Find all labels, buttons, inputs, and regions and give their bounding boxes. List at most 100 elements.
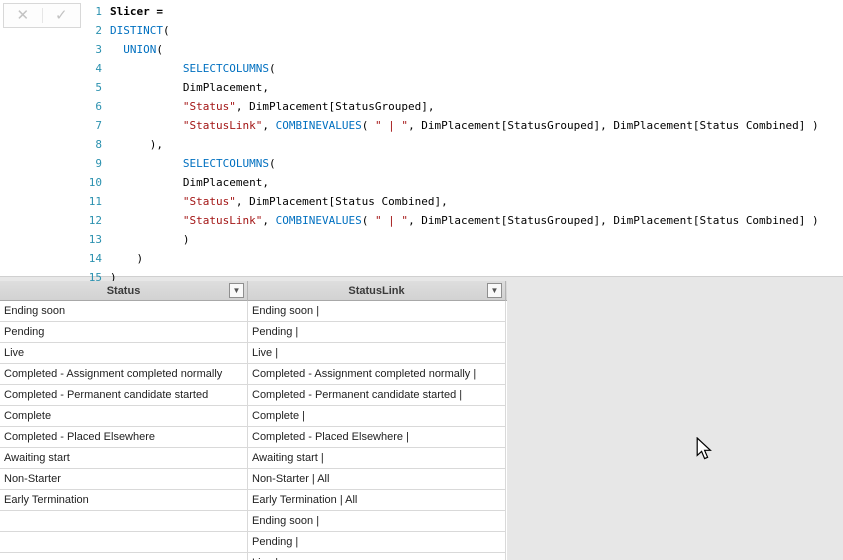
line-content: DimPlacement, [110, 173, 843, 192]
table-row[interactable]: Awaiting start Awaiting start | [0, 448, 507, 469]
status-cell: Pending [0, 322, 248, 343]
status-cell: Complete [0, 406, 248, 427]
code-segment: DimPlacement, [110, 81, 269, 94]
table-row[interactable]: Live Live | [0, 343, 507, 364]
code-segment: ) [110, 252, 144, 265]
code-segment: COMBINEVALUES [275, 214, 362, 227]
code-segment: COMBINEVALUES [275, 119, 362, 132]
code-line[interactable]: 4 SELECTCOLUMNS( [56, 59, 843, 78]
code-line[interactable]: 13 ) [56, 230, 843, 249]
line-number: 10 [88, 176, 102, 189]
code-segment: "Status" [182, 195, 236, 208]
table-row[interactable]: Early Termination Early Termination | Al… [0, 490, 507, 511]
code-segment: ( [361, 119, 375, 132]
filter-dropdown-button[interactable]: ▼ [487, 283, 502, 298]
code-line[interactable]: 11 "Status", DimPlacement[Status Combine… [56, 192, 843, 211]
status-cell: Awaiting start [0, 448, 248, 469]
code-segment: "StatusLink" [182, 119, 263, 132]
code-segment: ), [110, 138, 163, 151]
line-content: ), [110, 135, 843, 154]
code-segment: ( [268, 157, 276, 170]
code-segment: " | " [374, 214, 409, 227]
table-row[interactable]: Live | [0, 553, 507, 560]
code-segment: , DimPlacement[StatusGrouped], DimPlacem… [408, 119, 819, 132]
line-content: Slicer = [110, 2, 843, 21]
code-line[interactable]: 2 DISTINCT( [56, 21, 843, 40]
code-segment: ( [162, 24, 170, 37]
table-row[interactable]: Pending | [0, 532, 507, 553]
filter-dropdown-icon: ▼ [490, 286, 499, 295]
status-cell [0, 532, 248, 553]
statuslink-cell: Pending | [248, 532, 506, 553]
code-segment: ( [268, 62, 276, 75]
code-segment: SELECTCOLUMNS [182, 157, 269, 170]
line-number: 8 [95, 138, 102, 151]
code-line[interactable]: 9 SELECTCOLUMNS( [56, 154, 843, 173]
table-row[interactable]: Non-Starter Non-Starter | All [0, 469, 507, 490]
table-row[interactable]: Ending soon | [0, 511, 507, 532]
statuslink-cell: Live | [248, 343, 506, 364]
filter-dropdown-button[interactable]: ▼ [229, 283, 244, 298]
status-cell: Completed - Permanent candidate started [0, 385, 248, 406]
dax-formula-editor[interactable]: ✕ ✓ 1 Slicer = 2 DISTINCT( 3 UNION( 4 SE… [0, 0, 843, 284]
column-header-label: StatusLink [348, 285, 405, 297]
line-number: 5 [95, 81, 102, 94]
code-lines[interactable]: 1 Slicer = 2 DISTINCT( 3 UNION( 4 SELECT… [56, 2, 843, 287]
line-number: 4 [95, 62, 102, 75]
statuslink-cell: Non-Starter | All [248, 469, 506, 490]
code-line[interactable]: 5 DimPlacement, [56, 78, 843, 97]
code-line[interactable]: 3 UNION( [56, 40, 843, 59]
code-segment: "StatusLink" [182, 214, 263, 227]
line-number: 6 [95, 100, 102, 113]
column-header[interactable]: StatusLink ▼ [248, 281, 506, 301]
code-segment: ( [156, 43, 163, 56]
table-header-row: Status ▼ StatusLink ▼ [0, 281, 507, 301]
code-segment: , DimPlacement[Status Combined], [235, 195, 448, 208]
line-content: SELECTCOLUMNS( [110, 154, 843, 173]
code-segment: , [262, 119, 276, 132]
code-segment: Slicer = [110, 5, 170, 18]
table-row[interactable]: Completed - Permanent candidate started … [0, 385, 507, 406]
line-number: 13 [88, 233, 102, 246]
table-body: Ending soon Ending soon | Pending Pendin… [0, 301, 507, 560]
table-row[interactable]: Completed - Placed Elsewhere Completed -… [0, 427, 507, 448]
code-segment: , DimPlacement[StatusGrouped], DimPlacem… [408, 214, 819, 227]
line-number: 14 [88, 252, 102, 265]
code-segment: SELECTCOLUMNS [182, 62, 269, 75]
statuslink-cell: Pending | [248, 322, 506, 343]
line-content: SELECTCOLUMNS( [110, 59, 843, 78]
statuslink-cell: Completed - Permanent candidate started … [248, 385, 506, 406]
code-line[interactable]: 12 "StatusLink", COMBINEVALUES( " | ", D… [56, 211, 843, 230]
filter-dropdown-icon: ▼ [232, 286, 241, 295]
line-number: 7 [95, 119, 102, 132]
table-row[interactable]: Complete Complete | [0, 406, 507, 427]
table-row[interactable]: Pending Pending | [0, 322, 507, 343]
code-line[interactable]: 1 Slicer = [56, 2, 843, 21]
code-segment: UNION [123, 43, 157, 56]
statuslink-cell: Early Termination | All [248, 490, 506, 511]
code-segment: " | " [374, 119, 409, 132]
table-row[interactable]: Completed - Assignment completed normall… [0, 364, 507, 385]
code-line[interactable]: 6 "Status", DimPlacement[StatusGrouped], [56, 97, 843, 116]
line-content: UNION( [110, 40, 843, 59]
line-number: 3 [95, 43, 102, 56]
status-cell: Completed - Placed Elsewhere [0, 427, 248, 448]
code-line[interactable]: 8 ), [56, 135, 843, 154]
cancel-formula-button[interactable]: ✕ [4, 4, 42, 27]
line-content: DimPlacement, [110, 78, 843, 97]
code-segment: DISTINCT [110, 24, 163, 37]
status-cell [0, 511, 248, 532]
line-content: "StatusLink", COMBINEVALUES( " | ", DimP… [110, 211, 843, 230]
code-line[interactable]: 14 ) [56, 249, 843, 268]
column-header[interactable]: Status ▼ [0, 281, 248, 301]
table-row[interactable]: Ending soon Ending soon | [0, 301, 507, 322]
code-segment: DimPlacement, [110, 176, 269, 189]
code-line[interactable]: 7 "StatusLink", COMBINEVALUES( " | ", Di… [56, 116, 843, 135]
code-line[interactable]: 10 DimPlacement, [56, 173, 843, 192]
